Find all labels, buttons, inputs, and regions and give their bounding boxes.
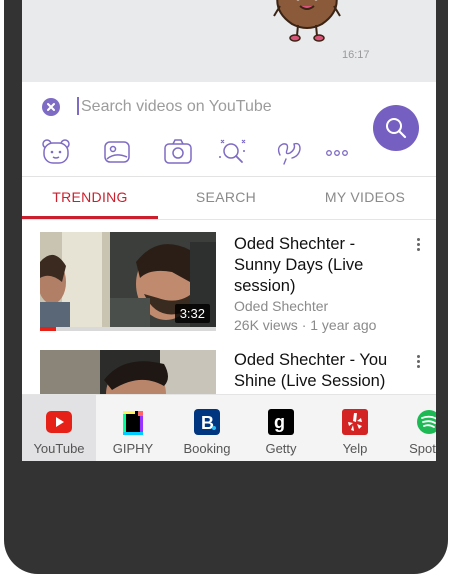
getty-icon: g — [268, 409, 294, 435]
watch-progress — [40, 327, 216, 331]
more-options-icon[interactable] — [414, 353, 422, 371]
video-duration: 3:32 — [174, 304, 210, 323]
svg-text:B: B — [201, 413, 214, 433]
spotify-icon — [416, 409, 436, 435]
attachment-toolbar — [22, 133, 436, 173]
phone-frame: 16:17 Search videos on YouTube TRENDING … — [4, 0, 448, 574]
yelp-icon — [342, 409, 368, 435]
app-booking[interactable]: B Booking — [170, 395, 244, 461]
video-channel: Oded Shechter — [234, 298, 329, 314]
giphy-icon — [120, 409, 146, 435]
screen: 16:17 Search videos on YouTube TRENDING … — [22, 0, 436, 461]
video-title[interactable]: Oded Shechter - You Shine (Live Session) — [234, 350, 406, 392]
app-extension-bar: YouTube GIPHY B Booking g Getty Yelp Spo… — [22, 394, 436, 461]
tab-my-videos[interactable]: MY VIDEOS — [294, 177, 436, 217]
watch-progress-fill — [40, 327, 56, 331]
video-thumbnail[interactable]: 3:32 — [40, 232, 216, 331]
message-timestamp: 16:17 — [342, 49, 370, 61]
doodle-icon[interactable] — [274, 137, 306, 167]
app-label: YouTube — [33, 441, 85, 456]
app-yelp[interactable]: Yelp — [318, 395, 392, 461]
more-options-icon[interactable] — [414, 236, 422, 254]
image-icon[interactable] — [101, 137, 133, 167]
app-giphy[interactable]: GIPHY — [96, 395, 170, 461]
tab-bar: TRENDING SEARCH MY VIDEOS — [22, 177, 436, 219]
app-label: GIPHY — [112, 441, 154, 456]
more-icon[interactable] — [322, 137, 354, 167]
sticker-bear-icon[interactable] — [40, 137, 72, 167]
app-label: Booking — [183, 441, 231, 456]
app-youtube[interactable]: YouTube — [22, 395, 96, 461]
app-label: Getty — [265, 441, 297, 456]
app-label: Yelp — [342, 441, 368, 456]
donut-sticker[interactable] — [270, 0, 344, 44]
divider — [22, 219, 436, 220]
sparkle-search-icon[interactable] — [218, 137, 250, 167]
chat-area: 16:17 — [22, 0, 436, 82]
tab-search[interactable]: SEARCH — [158, 177, 294, 217]
video-meta: 26K views · 1 year ago — [234, 317, 377, 333]
camera-icon[interactable] — [162, 137, 194, 167]
search-input[interactable] — [77, 96, 351, 118]
close-icon — [47, 103, 55, 111]
clear-search-button[interactable] — [42, 98, 60, 116]
youtube-icon — [46, 409, 72, 435]
app-spotify[interactable]: Spotify — [392, 395, 436, 461]
app-label: Spotify — [409, 441, 436, 456]
video-title[interactable]: Oded Shechter - Sunny Days (Live session… — [234, 234, 406, 297]
text-cursor — [77, 97, 79, 115]
booking-icon: B — [194, 409, 220, 435]
app-getty[interactable]: g Getty — [244, 395, 318, 461]
svg-text:g: g — [274, 412, 285, 432]
tab-trending[interactable]: TRENDING — [22, 177, 158, 217]
